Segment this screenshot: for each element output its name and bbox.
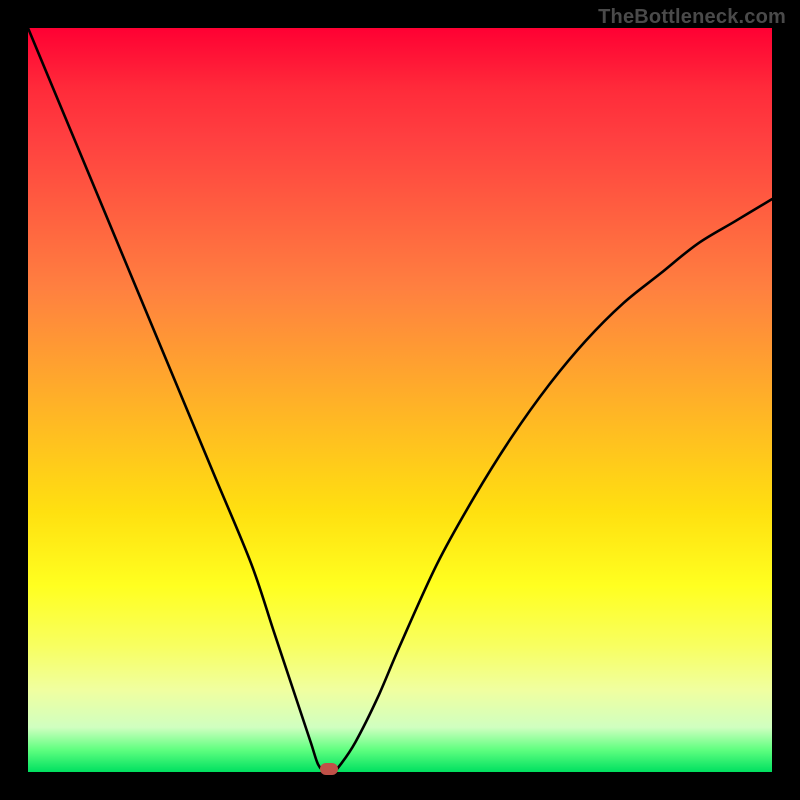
optimal-point-marker bbox=[320, 763, 338, 775]
chart-container: TheBottleneck.com bbox=[0, 0, 800, 800]
watermark-text: TheBottleneck.com bbox=[598, 6, 786, 29]
plot-area bbox=[28, 28, 772, 772]
